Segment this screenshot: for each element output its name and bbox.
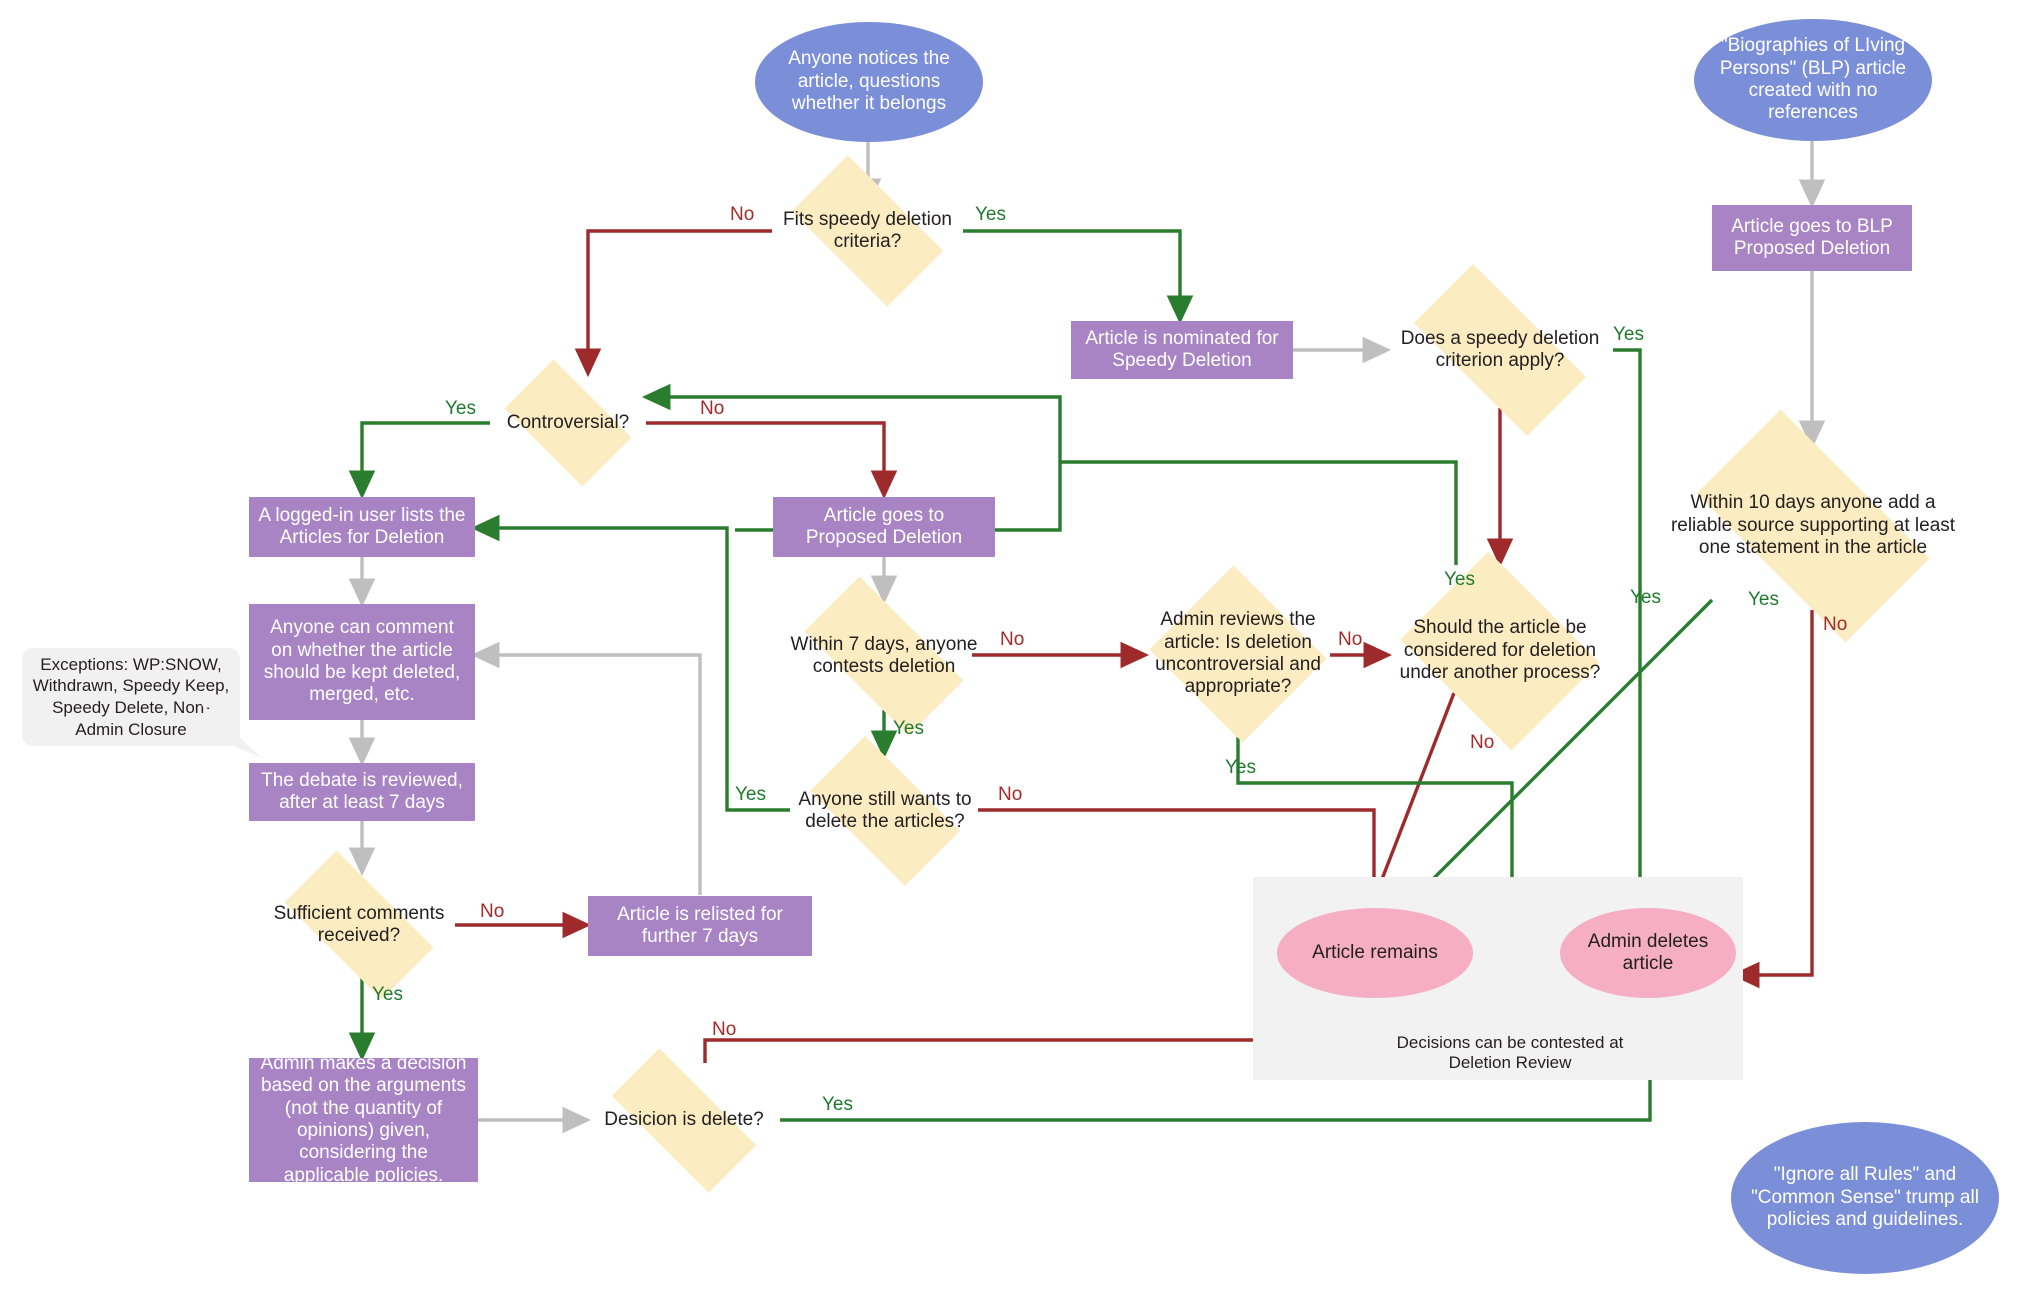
node-decision-controversial[interactable]: Controversial?: [490, 359, 646, 487]
node-process-nominated-speedy-deletion[interactable]: Article is nominated for Speedy Deletion: [1071, 321, 1293, 379]
node-note-ignore-all-rules[interactable]: "Ignore all Rules" and "Common Sense" tr…: [1731, 1122, 1999, 1274]
node-end-article-remains[interactable]: Article remains: [1277, 908, 1473, 998]
node-process-proposed-deletion[interactable]: Article goes to Proposed Deletion: [773, 497, 995, 557]
edge-label-within-7-days-no: No: [1000, 629, 1025, 650]
node-label: Desicion is delete?: [604, 1109, 764, 1131]
node-process-blp-proposed-deletion[interactable]: Article goes to BLP Proposed Deletion: [1712, 205, 1912, 271]
edge-label-speedy-criteria-no: No: [730, 204, 755, 225]
edge-label-sufficient-comments-yes: Yes: [372, 984, 403, 1005]
edge-label-anyone-still-wants-no: No: [998, 784, 1023, 805]
edge-label-another-process-no: No: [1470, 732, 1495, 753]
node-label: Should the article be considered for del…: [1399, 617, 1601, 684]
edge-label-speedy-applies-yes-down: Yes: [1444, 569, 1475, 590]
node-process-article-relisted[interactable]: Article is relisted for further 7 days: [588, 896, 812, 956]
node-process-debate-reviewed[interactable]: The debate is reviewed, after at least 7…: [249, 763, 475, 821]
node-decision-within-7-days-contest[interactable]: Within 7 days, anyone contests deletion: [780, 576, 988, 736]
edge-label-admin-reviews-no: No: [1338, 629, 1363, 650]
node-label: Admin reviews the article: Is deletion u…: [1155, 609, 1321, 698]
node-label: Sufficient comments received?: [273, 902, 445, 946]
edge-label-controversial-no: No: [700, 398, 725, 419]
node-process-admin-makes-decision[interactable]: Admin makes a decision based on the argu…: [249, 1053, 478, 1186]
edge-label-sufficient-comments-no: No: [480, 901, 505, 922]
edge-label-speedy-criteria-yes: Yes: [975, 204, 1006, 225]
node-end-admin-deletes-article[interactable]: Admin deletes article: [1560, 908, 1736, 998]
panel-caption: Decisions can be contested at Deletion R…: [1396, 1033, 1624, 1073]
callout-tail-icon: [200, 702, 262, 758]
node-decision-fits-speedy-criteria[interactable]: Fits speedy deletion criteria?: [772, 155, 963, 307]
edge-label-anyone-still-wants-yes: Yes: [735, 784, 766, 805]
node-label: Within 7 days, anyone contests deletion: [790, 633, 978, 677]
edge-label-another-process-yes-visible: Yes: [1630, 587, 1661, 608]
edge-label-decision-delete-no: No: [712, 1019, 737, 1040]
node-decision-anyone-still-wants-delete[interactable]: Anyone still wants to delete the article…: [790, 735, 980, 887]
edge-label-controversial-yes: Yes: [445, 398, 476, 419]
node-decision-speedy-criterion-applies[interactable]: Does a speedy deletion criterion apply?: [1387, 263, 1613, 437]
node-decision-another-process[interactable]: Should the article be considered for del…: [1389, 551, 1611, 751]
edge-label-within-10-days-yes: Yes: [1748, 589, 1779, 610]
node-process-anyone-can-comment[interactable]: Anyone can comment on whether the articl…: [249, 604, 475, 720]
node-label: Within 10 days anyone add a reliable sou…: [1670, 492, 1956, 559]
node-decision-within-10-days-source[interactable]: Within 10 days anyone add a reliable sou…: [1664, 409, 1962, 643]
edge-label-decision-delete-yes: Yes: [822, 1094, 853, 1115]
edge-label-within-7-days-yes: Yes: [893, 718, 924, 739]
node-decision-decision-is-delete[interactable]: Desicion is delete?: [587, 1048, 781, 1193]
node-label: Controversial?: [506, 411, 630, 433]
node-process-afd-listing[interactable]: A logged-in user lists the Articles for …: [249, 497, 475, 557]
node-label: Does a speedy deletion criterion apply?: [1400, 327, 1600, 371]
node-decision-admin-reviews-article[interactable]: Admin reviews the article: Is deletion u…: [1145, 565, 1331, 743]
node-start-anyone-notices[interactable]: Anyone notices the article, questions wh…: [755, 22, 983, 142]
node-label: Anyone still wants to delete the article…: [798, 788, 972, 832]
edge-label-within-10-days-no: No: [1823, 614, 1848, 635]
node-label: Fits speedy deletion criteria?: [783, 208, 952, 252]
node-start-blp-created[interactable]: "Biographies of LIving Persons" (BLP) ar…: [1694, 19, 1932, 141]
edge-label-admin-reviews-yes: Yes: [1225, 757, 1256, 778]
edge-label-speedy-applies-yes-right: Yes: [1613, 324, 1644, 345]
flowchart-canvas: Decisions can be contested at Deletion R…: [0, 0, 2044, 1302]
node-decision-sufficient-comments[interactable]: Sufficient comments received?: [262, 850, 456, 1000]
